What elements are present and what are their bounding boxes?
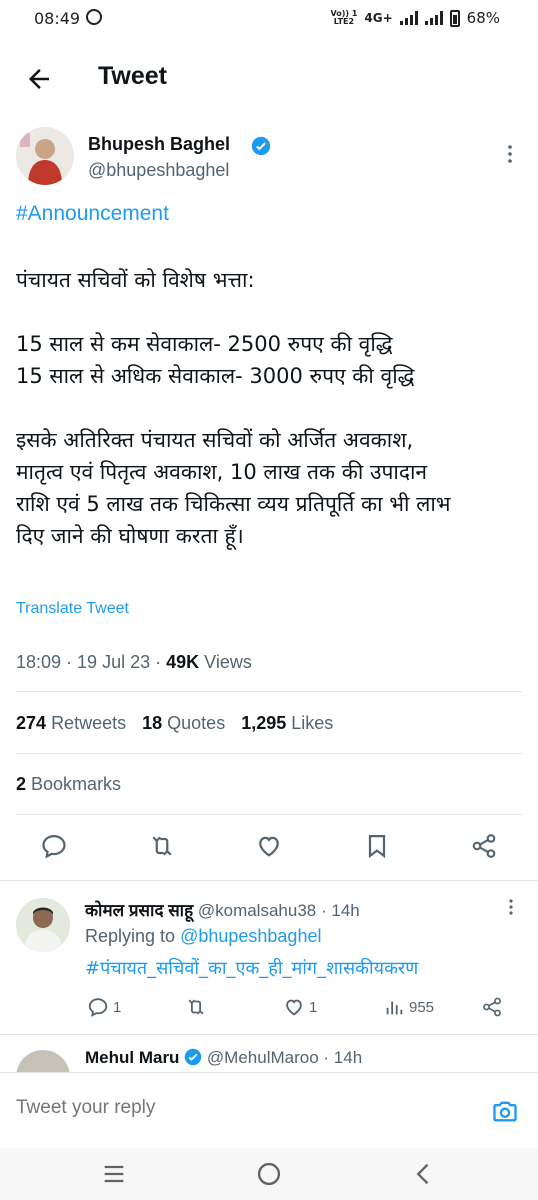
reply-input[interactable] <box>16 1097 456 1119</box>
reply-item-2[interactable]: Mehul Maru @MehulMaroo · 14h <box>0 1040 538 1072</box>
status-indicators: Vo)) 1 LTE2 4G+ 68% <box>330 9 500 27</box>
reply2-avatar[interactable] <box>16 1050 70 1072</box>
translate-tweet-link[interactable]: Translate Tweet <box>16 600 129 618</box>
author-avatar[interactable] <box>16 127 74 185</box>
reply-views-button[interactable]: 955 <box>383 996 434 1018</box>
tweet-action-bar <box>0 832 538 866</box>
tweet-line: इसके अतिरिक्त पंचायत सचिवों को अर्जित अव… <box>16 428 414 452</box>
reply-icon <box>88 998 108 1017</box>
more-options-icon[interactable] <box>506 144 514 164</box>
divider <box>16 814 522 815</box>
reply-icon[interactable] <box>40 832 68 860</box>
verified-badge-icon <box>184 1048 202 1066</box>
battery-percent: 68% <box>466 9 500 27</box>
tweet-line: 15 साल से कम सेवाकाल- 2500 रुपए की वृद्ध… <box>16 332 393 356</box>
reply-author-name[interactable]: कोमल प्रसाद साहू <box>85 901 193 920</box>
reply-time: · 14h <box>320 901 360 920</box>
reply2-header: Mehul Maru @MehulMaroo · 14h <box>85 1048 362 1068</box>
views-count: 49K <box>166 652 200 672</box>
retweet-icon[interactable] <box>148 832 176 860</box>
signal-bars-icon <box>399 11 418 25</box>
tweet-line: दिए जाने की घोषणा करता हूँ। <box>16 524 244 548</box>
share-icon[interactable] <box>470 832 498 860</box>
author-handle[interactable]: @bhupeshbaghel <box>88 160 229 181</box>
reply-like-button[interactable]: 1 <box>283 996 317 1018</box>
reply-text[interactable]: #पंचायत_सचिवों_का_एक_ही_मांग_शासकीयकरण <box>85 956 418 980</box>
like-icon <box>286 999 302 1016</box>
reply-more-options-icon[interactable] <box>508 898 514 916</box>
retweets-stat[interactable]: 274 Retweets <box>16 713 126 734</box>
reply-composer <box>0 1072 538 1148</box>
volte-indicator: Vo)) 1 LTE2 <box>330 9 358 26</box>
home-icon[interactable] <box>255 1160 283 1188</box>
quotes-stat[interactable]: 18 Quotes <box>142 713 225 734</box>
reply2-author-handle[interactable]: @MehulMaroo <box>207 1048 319 1067</box>
status-time: 08:49 <box>34 9 81 28</box>
engagement-stats: 274 Retweets 18 Quotes 1,295 Likes <box>16 713 333 734</box>
tweet-line: राशि एवं 5 लाख तक चिकित्सा व्यय प्रतिपूर… <box>16 492 451 516</box>
tweet-meta: 18:09 · 19 Jul 23 · 49K Views <box>16 652 252 672</box>
camera-icon[interactable] <box>490 1097 520 1125</box>
replying-to-handle[interactable]: @bhupeshbaghel <box>180 926 321 946</box>
back-nav-icon[interactable] <box>410 1160 438 1188</box>
reply-action-bar: 1 1 955 <box>85 996 515 1020</box>
reply2-author-name[interactable]: Mehul Maru <box>85 1048 179 1067</box>
reply-share-button[interactable] <box>481 996 503 1018</box>
tweet-line: पंचायत सचिवों को विशेष भत्ता: <box>16 268 255 292</box>
reply-author-handle[interactable]: @komalsahu38 <box>198 901 316 920</box>
reply-reply-button[interactable]: 1 <box>87 996 121 1018</box>
verified-badge-icon <box>251 136 271 156</box>
network-type: 4G+ <box>364 11 393 25</box>
status-bar: 08:49 Vo)) 1 LTE2 4G+ 68% <box>0 0 538 40</box>
bookmarks-stat[interactable]: 2 Bookmarks <box>16 774 121 795</box>
top-bar: Tweet <box>0 46 538 112</box>
battery-icon <box>449 9 460 27</box>
tweet-line: 15 साल से अधिक सेवाकाल- 3000 रुपए की वृद… <box>16 364 415 388</box>
bookmark-icon[interactable] <box>363 832 391 860</box>
tweet-date: 19 Jul 23 <box>77 652 151 672</box>
author-name[interactable]: Bhupesh Baghel <box>88 134 230 155</box>
views-label[interactable]: Views <box>204 652 252 672</box>
whatsapp-notification-icon <box>86 9 102 25</box>
share-icon <box>483 997 501 1017</box>
reply-avatar[interactable] <box>16 898 70 952</box>
likes-stat[interactable]: 1,295 Likes <box>241 713 333 734</box>
replying-to: Replying to @bhupeshbaghel <box>85 926 322 946</box>
tweet-time: 18:09 <box>16 652 62 672</box>
page-title: Tweet <box>98 62 167 90</box>
tweet-hashtag[interactable]: #Announcement <box>16 202 169 226</box>
recent-apps-icon[interactable] <box>100 1160 128 1188</box>
reply-retweet-button[interactable] <box>185 996 207 1018</box>
system-navigation-bar <box>0 1148 538 1200</box>
divider <box>0 880 538 881</box>
divider <box>16 753 522 754</box>
back-arrow-icon[interactable] <box>24 64 54 94</box>
tweet-line: मातृत्व एवं पितृत्व अवकाश, 10 लाख तक की … <box>16 460 428 484</box>
like-icon[interactable] <box>255 832 283 860</box>
divider <box>0 1034 538 1035</box>
tweet-text: पंचायत सचिवों को विशेष भत्ता: 15 साल से … <box>16 264 516 552</box>
reply2-time: · 14h <box>323 1048 363 1067</box>
retweet-icon <box>188 999 204 1015</box>
signal-bars-2-icon <box>424 11 443 25</box>
views-icon <box>386 1001 403 1015</box>
reply-header: कोमल प्रसाद साहू @komalsahu38 · 14h <box>85 898 360 921</box>
divider <box>16 691 522 692</box>
